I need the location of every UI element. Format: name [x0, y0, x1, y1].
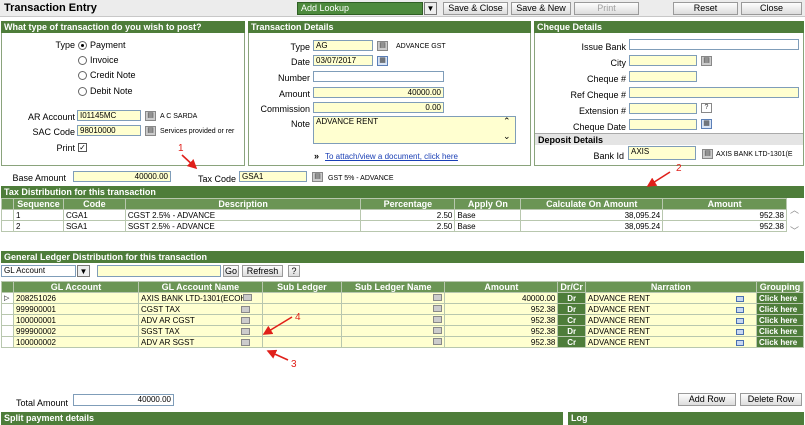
annotation-arrow-3: [266, 349, 289, 361]
annotation-arrow-1: [181, 154, 198, 170]
annotation-arrow-4: [262, 316, 293, 335]
annotation-arrow-2: [646, 171, 671, 187]
annotation-arrows: [181, 154, 671, 361]
